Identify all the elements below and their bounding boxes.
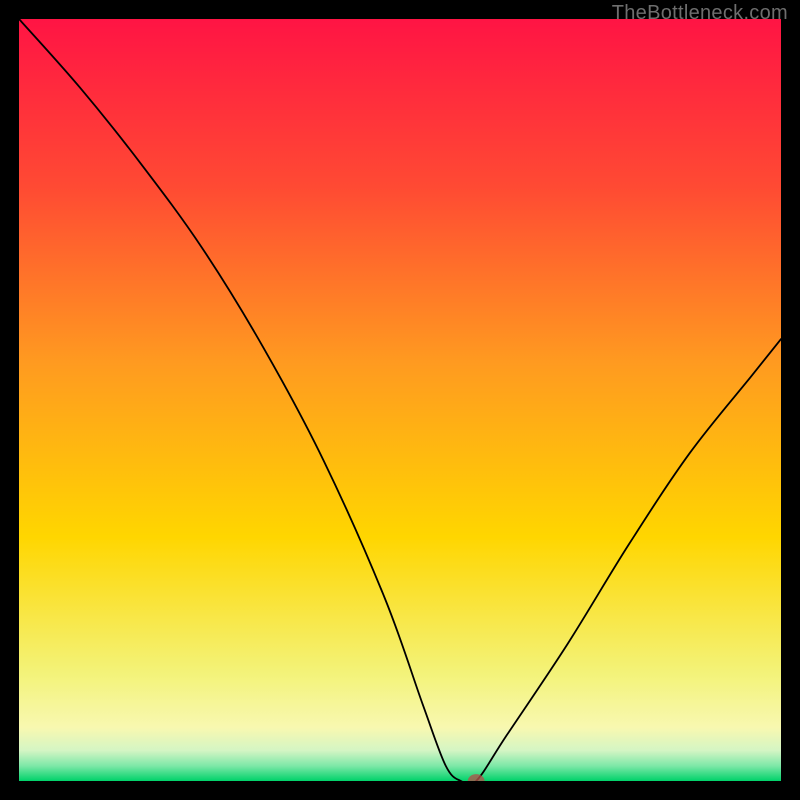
- chart-frame: TheBottleneck.com: [0, 0, 800, 800]
- plot-area: [19, 19, 781, 781]
- chart-svg: [19, 19, 781, 781]
- gradient-background: [19, 19, 781, 781]
- watermark-label: TheBottleneck.com: [612, 2, 788, 25]
